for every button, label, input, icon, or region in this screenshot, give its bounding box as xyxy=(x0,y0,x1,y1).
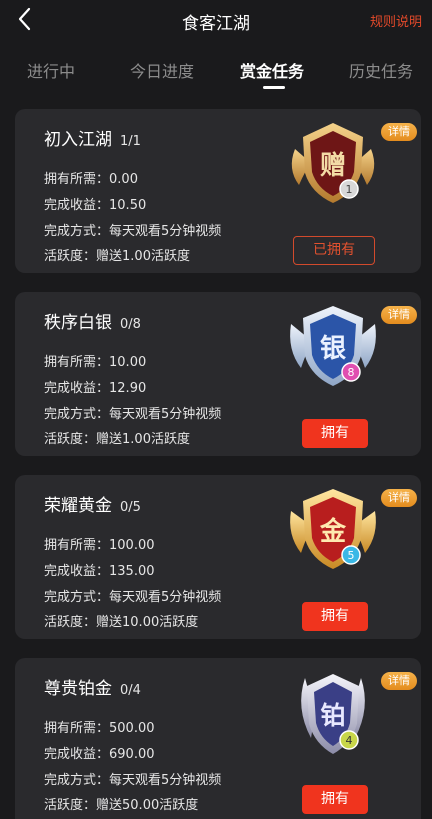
task-title: 秩序白银 0/8 xyxy=(44,313,141,333)
activity-row: 活跃度：赠送1.00活跃度 xyxy=(44,432,190,447)
task-title: 荣耀黄金 0/5 xyxy=(44,496,141,516)
task-card-gold: 荣耀黄金 0/5 拥有所需：100.00 完成收益：135.00 完成方式：每天观… xyxy=(15,475,421,639)
activity-row: 活跃度：赠送50.00活跃度 xyxy=(44,798,199,813)
required-row: 拥有所需：0.00 xyxy=(44,172,138,187)
own-button[interactable]: 拥有 xyxy=(302,785,368,814)
svg-text:铂: 铂 xyxy=(320,701,345,730)
svg-text:4: 4 xyxy=(346,734,353,747)
tab-today-progress[interactable]: 今日进度 xyxy=(130,58,194,82)
required-row: 拥有所需：10.00 xyxy=(44,355,147,370)
method-row: 完成方式：每天观看5分钟视频 xyxy=(44,224,222,239)
income-row: 完成收益：10.50 xyxy=(44,198,147,213)
activity-row: 活跃度：赠送1.00活跃度 xyxy=(44,249,190,264)
method-row: 完成方式：每天观看5分钟视频 xyxy=(44,590,222,605)
own-button[interactable]: 拥有 xyxy=(302,419,368,448)
method-row: 完成方式：每天观看5分钟视频 xyxy=(44,773,222,788)
task-card-bronze: 初入江湖 1/1 拥有所需：0.00 完成收益：10.50 完成方式：每天观看5分… xyxy=(15,109,421,273)
svg-text:赠: 赠 xyxy=(320,150,346,181)
bronze-badge-icon: 赠 1 xyxy=(285,119,381,215)
svg-text:银: 银 xyxy=(320,334,347,364)
header: 食客江湖 规则说明 xyxy=(0,0,432,40)
activity-row: 活跃度：赠送10.00活跃度 xyxy=(44,615,199,630)
required-row: 拥有所需：500.00 xyxy=(44,721,155,736)
task-title: 尊贵铂金 0/4 xyxy=(44,679,141,699)
task-progress: 0/4 xyxy=(120,683,141,698)
detail-tag[interactable]: 详情 xyxy=(381,123,417,141)
income-row: 完成收益：135.00 xyxy=(44,564,155,579)
detail-tag[interactable]: 详情 xyxy=(381,672,417,690)
income-row: 完成收益：690.00 xyxy=(44,747,155,762)
income-row: 完成收益：12.90 xyxy=(44,381,147,396)
silver-badge-icon: 银 8 xyxy=(285,302,381,398)
required-row: 拥有所需：100.00 xyxy=(44,538,155,553)
owned-button[interactable]: 已拥有 xyxy=(293,236,375,265)
svg-text:5: 5 xyxy=(348,549,355,562)
page-title: 食客江湖 xyxy=(182,14,250,34)
own-button[interactable]: 拥有 xyxy=(302,602,368,631)
svg-text:1: 1 xyxy=(346,183,353,196)
platinum-badge-icon: 铂 4 xyxy=(285,668,381,764)
task-card-platinum: 尊贵铂金 0/4 拥有所需：500.00 完成收益：690.00 完成方式：每天观… xyxy=(15,658,421,819)
detail-tag[interactable]: 详情 xyxy=(381,306,417,324)
tab-bar: 进行中 今日进度 赏金任务 历史任务 xyxy=(0,54,432,94)
task-progress: 0/8 xyxy=(120,317,141,332)
gold-badge-icon: 金 5 xyxy=(285,485,381,581)
active-tab-indicator xyxy=(263,86,285,89)
tab-history-tasks[interactable]: 历史任务 xyxy=(349,58,413,82)
tab-in-progress[interactable]: 进行中 xyxy=(27,58,75,82)
tab-bounty-tasks[interactable]: 赏金任务 xyxy=(240,58,304,82)
task-progress: 1/1 xyxy=(120,134,141,149)
method-row: 完成方式：每天观看5分钟视频 xyxy=(44,407,222,422)
task-title: 初入江湖 1/1 xyxy=(44,130,141,150)
svg-text:金: 金 xyxy=(319,516,347,547)
detail-tag[interactable]: 详情 xyxy=(381,489,417,507)
svg-text:8: 8 xyxy=(348,366,355,379)
task-progress: 0/5 xyxy=(120,500,141,515)
task-card-silver: 秩序白银 0/8 拥有所需：10.00 完成收益：12.90 完成方式：每天观看5… xyxy=(15,292,421,456)
rules-link[interactable]: 规则说明 xyxy=(370,11,422,30)
